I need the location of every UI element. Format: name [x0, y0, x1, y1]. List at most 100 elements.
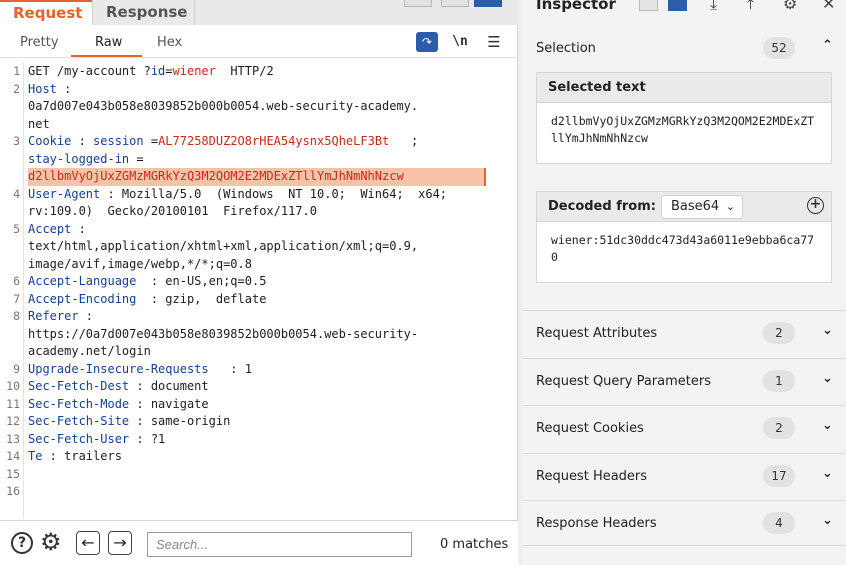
request-line[interactable]: Sec-Fetch-User : ?1: [28, 431, 165, 449]
request-line[interactable]: Accept :: [28, 221, 86, 239]
request-line[interactable]: Te : trailers: [28, 448, 122, 466]
request-line[interactable]: text/html,application/xhtml+xml,applicat…: [28, 238, 418, 256]
param-value: wiener: [172, 64, 216, 78]
header-name: Upgrade-Insecure-Requests: [28, 361, 209, 376]
inspector-panel: Inspector ⤓ ⤒ ⚙ ✕ Selection 52 ⌃ Selecte…: [523, 0, 846, 565]
inspector-section[interactable]: Request Query Parameters 1 ⌄: [523, 358, 846, 404]
section-label: Request Query Parameters: [536, 374, 711, 389]
selected-text-value[interactable]: d2llbmVyOjUxZGMzMGRkYzQ3M2QOM2E2MDExZTll…: [537, 103, 831, 157]
request-line[interactable]: Upgrade-Insecure-Requests : 1: [28, 361, 252, 379]
line-text: :: [71, 134, 94, 148]
selected-cookie-value[interactable]: d2llbmVyOjUxZGMzMGRkYzQ3M2QOM2E2MDExZTll…: [28, 168, 486, 186]
collapse-all-icon[interactable]: ⤒: [747, 0, 754, 14]
tab-request[interactable]: Request: [0, 0, 92, 25]
header-name: Accept: [28, 221, 72, 236]
chevron-down-icon[interactable]: ⌄: [822, 418, 833, 433]
header-name: Accept-Encoding: [28, 291, 137, 306]
request-line[interactable]: stay-logged-in =: [28, 151, 144, 169]
inspector-section[interactable]: Request Headers 17 ⌄: [523, 453, 846, 499]
line-number: 9: [13, 361, 20, 376]
layout-vertical-button[interactable]: [441, 0, 469, 7]
next-match-button[interactable]: →: [108, 531, 132, 555]
layout-tabs-button[interactable]: [474, 0, 502, 7]
wrap-lines-icon[interactable]: ↷: [416, 32, 438, 52]
chevron-down-icon[interactable]: ⌄: [822, 466, 833, 481]
layout-panel-button[interactable]: [668, 0, 687, 11]
section-label: Selection: [536, 41, 596, 56]
selection-section[interactable]: Selection 52 ⌃: [523, 26, 846, 72]
layout-side-by-side-button[interactable]: [404, 0, 432, 7]
chevron-down-icon: ⌄: [725, 200, 735, 213]
line-text: : document: [129, 379, 209, 393]
help-icon[interactable]: ?: [11, 532, 33, 554]
line-text: image/avif,image/webp,*/*;q=0.8: [28, 256, 252, 271]
request-line[interactable]: 0a7d007e043b058e8039852b000b0054.web-sec…: [28, 98, 418, 116]
chevron-down-icon[interactable]: ⌄: [822, 371, 833, 386]
line-text: : gzip, deflate: [136, 291, 267, 306]
line-number: 5: [13, 221, 20, 236]
decoded-text-value[interactable]: wiener:51dc30ddc473d43a6011e9ebba6ca770: [537, 222, 831, 276]
gear-icon[interactable]: ⚙: [783, 0, 797, 13]
inspector-section[interactable]: Request Cookies 2 ⌄: [523, 405, 846, 451]
line-number: 1: [13, 64, 20, 78]
menu-icon[interactable]: ☰: [483, 32, 505, 52]
request-line[interactable]: GET /my-account ?id=wiener HTTP/2: [28, 63, 274, 81]
request-line[interactable]: Accept-Encoding : gzip, deflate: [28, 291, 266, 309]
count-badge: 17: [763, 465, 795, 487]
add-decoding-icon[interactable]: +: [807, 197, 824, 214]
request-line[interactable]: Host :: [28, 81, 71, 99]
chevron-down-icon[interactable]: ⌄: [822, 513, 833, 528]
selected-text-header: Selected text: [537, 73, 831, 103]
header-name: stay-logged-in: [28, 151, 130, 166]
tab-pretty[interactable]: Pretty: [20, 35, 59, 50]
request-line[interactable]: Sec-Fetch-Site : same-origin: [28, 413, 230, 431]
line-text: : navigate: [129, 396, 209, 411]
previous-match-button[interactable]: ←: [76, 531, 100, 555]
header-name: Sec-Fetch-Site: [28, 414, 130, 428]
request-line[interactable]: User-Agent : Mozilla/5.0 (Windows NT 10.…: [28, 186, 447, 204]
decode-format-select[interactable]: Base64 ⌄: [661, 195, 743, 219]
close-icon[interactable]: ✕: [822, 0, 835, 13]
tab-raw[interactable]: Raw: [95, 35, 122, 50]
line-text: :: [78, 309, 94, 323]
request-line[interactable]: Sec-Fetch-Mode : navigate: [28, 396, 209, 414]
line-text: ;: [389, 134, 419, 148]
request-line[interactable]: net: [28, 116, 50, 134]
expand-all-icon[interactable]: ⤓: [710, 0, 717, 14]
line-text: =: [129, 151, 144, 166]
section-label: Request Headers: [536, 469, 648, 484]
header-name: User-Agent: [28, 186, 101, 201]
request-line[interactable]: academy.net/login: [28, 343, 151, 361]
show-newlines-button[interactable]: \n: [449, 32, 471, 52]
selected-text-box: Selected text d2llbmVyOjUxZGMzMGRkYzQ3M2…: [536, 72, 832, 164]
line-text: : trailers: [42, 449, 122, 463]
line-text: : Mozilla/5.0 (Windows NT 10.0; Win64; x…: [100, 186, 448, 201]
line-number-gutter: 1 2 3 4 5 6 7 8 9 10 11 12 13 14 15 16: [0, 63, 24, 519]
line-number: 11: [6, 396, 20, 411]
tab-hex[interactable]: Hex: [157, 35, 182, 50]
request-line[interactable]: Accept-Language : en-US,en;q=0.5: [28, 273, 266, 291]
search-input[interactable]: [147, 532, 412, 557]
param-value: AL77258DUZ2O8rHEA54ysnx5QheLF3Bt: [158, 134, 390, 148]
request-line[interactable]: rv:109.0) Gecko/20100101 Firefox/117.0: [28, 203, 317, 221]
gear-icon[interactable]: ⚙: [40, 529, 62, 555]
request-editor[interactable]: 1 2 3 4 5 6 7 8 9 10 11 12 13 14 15 16 GET /my-account …: [0, 63, 518, 519]
inspector-section[interactable]: Response Headers 4 ⌄: [523, 500, 846, 546]
chevron-up-icon[interactable]: ⌃: [822, 38, 833, 53]
line-text: 0a7d007e043b058e8039852b000b0054.web-sec…: [28, 99, 419, 113]
line-text: HTTP/2: [215, 64, 274, 78]
tab-response[interactable]: Response: [92, 0, 195, 25]
request-line[interactable]: https://0a7d007e043b058e8039852b000b0054…: [28, 326, 418, 344]
line-number: 16: [6, 484, 20, 498]
inspector-section[interactable]: Request Attributes 2 ⌄: [523, 310, 846, 356]
line-text: =: [165, 64, 173, 78]
chevron-down-icon[interactable]: ⌄: [822, 323, 833, 338]
request-line[interactable]: Cookie : session =AL77258DUZ2O8rHEA54ysn…: [28, 133, 418, 151]
request-line[interactable]: Referer :: [28, 308, 93, 326]
request-line[interactable]: Sec-Fetch-Dest : document: [28, 378, 209, 396]
message-tabs: Request Response: [0, 0, 518, 25]
request-line[interactable]: image/avif,image/webp,*/*;q=0.8: [28, 256, 252, 274]
layout-list-button[interactable]: [639, 0, 658, 11]
header-name: Te: [28, 449, 43, 463]
header-name: Sec-Fetch-Mode: [28, 396, 130, 411]
